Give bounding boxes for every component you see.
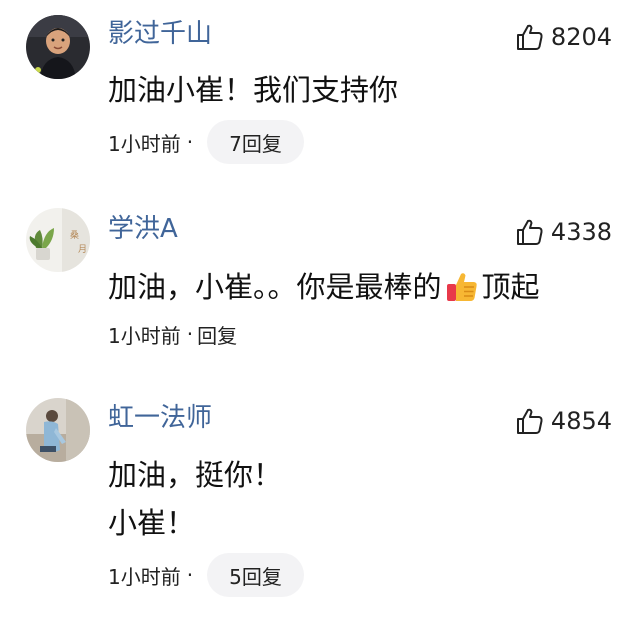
thumbs-up-icon [516, 24, 543, 50]
username[interactable]: 影过千山 [108, 19, 212, 49]
like-count: 4854 [550, 407, 612, 435]
like-button[interactable]: 4854 [515, 406, 612, 436]
reply-button[interactable]: 5回复 [207, 553, 304, 597]
comment-text-part: 顶起 [481, 270, 540, 304]
separator-dot: · [186, 563, 194, 587]
timestamp: 1小时前 [108, 323, 181, 348]
like-count: 8204 [550, 23, 612, 51]
comment-text: 加油，小崔。。你是最棒的 顶起 [108, 267, 540, 307]
like-button[interactable]: 4338 [515, 217, 612, 247]
avatar[interactable]: 桑 月 [26, 208, 90, 272]
thumbs-up-icon [516, 219, 543, 245]
username[interactable]: 学洪A [108, 214, 178, 244]
reply-button[interactable]: 7回复 [207, 120, 304, 164]
comment-text: 加油，挺你！ [108, 458, 283, 492]
avatar-photo-child [26, 15, 90, 79]
avatar-photo-plant: 桑 月 [26, 208, 90, 272]
comment-meta: 1小时前 · 回复 [108, 312, 237, 356]
timestamp: 1小时前 [108, 564, 181, 589]
comment-meta: 1小时前 · 7回复 [108, 120, 304, 164]
svg-text:桑: 桑 [70, 230, 79, 241]
comment-text: 加油小崔！我们支持你 [108, 73, 399, 107]
avatar-photo-figure [26, 398, 90, 462]
comment-text: 小崔！ [108, 506, 196, 540]
like-button[interactable]: 8204 [515, 22, 612, 52]
thumbs-up-emoji-icon [446, 273, 477, 301]
avatar[interactable] [26, 398, 90, 462]
reply-button[interactable]: 回复 [197, 320, 237, 349]
separator-dot: · [186, 130, 194, 154]
svg-text:月: 月 [78, 244, 87, 255]
like-count: 4338 [550, 218, 612, 246]
separator-dot: · [186, 322, 194, 346]
comment-meta: 1小时前 · 5回复 [108, 553, 304, 597]
avatar[interactable] [26, 15, 90, 79]
comment-text-part: 加油，小崔。。你是最棒的 [108, 270, 442, 304]
thumbs-up-icon [516, 408, 543, 434]
timestamp: 1小时前 [108, 131, 181, 156]
username[interactable]: 虹一法师 [108, 403, 212, 433]
